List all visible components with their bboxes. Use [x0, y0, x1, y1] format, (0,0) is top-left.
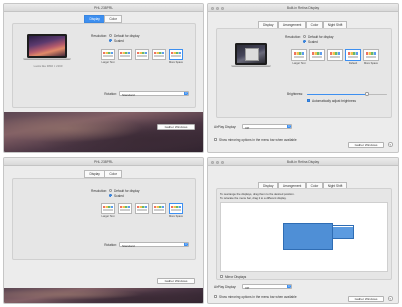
tab-bar: Display Color	[4, 170, 203, 178]
rotation-select[interactable]: Standard ⇕	[119, 242, 189, 248]
radio-scaled[interactable]	[303, 40, 306, 43]
arrangement-panel: To rearrange the displays, drag them to …	[216, 188, 392, 280]
arranged-display-external[interactable]	[283, 223, 333, 250]
radio-scaled[interactable]	[109, 39, 112, 42]
scale-option-3[interactable]	[135, 203, 149, 218]
display-screen-image	[27, 34, 67, 58]
window-title: Built-in Retina Display	[286, 160, 320, 164]
airplay-label: AirPlay Display:	[214, 285, 237, 289]
laptop-screen	[235, 43, 267, 65]
external-display-window-bottom: PHL 238PRL Display Color Resolution: Def…	[3, 157, 204, 304]
scale-option-3[interactable]	[135, 49, 149, 64]
settings-panel: Resolution: Default for display Scaled L…	[216, 28, 392, 118]
airplay-select[interactable]: Off ⇕	[242, 124, 292, 130]
settings-panel: Resolution: Default for display Scaled L…	[12, 178, 196, 260]
scale-option-4[interactable]	[152, 203, 166, 218]
rotation-select[interactable]: Standard ⇕	[119, 91, 189, 97]
brightness-label: Brightness:	[287, 92, 303, 96]
airplay-label: AirPlay Display:	[214, 125, 237, 129]
brightness-slider-knob[interactable]	[365, 92, 369, 96]
rotation-label: Rotation:	[104, 92, 117, 96]
laptop-base	[231, 65, 271, 68]
scale-option-2[interactable]	[118, 203, 132, 218]
resolution-option-scaled: Scaled	[114, 39, 124, 43]
airplay-value: Off	[245, 125, 250, 130]
window-title: Built-in Retina Display	[286, 6, 320, 10]
scale-option-default[interactable]: Default	[345, 49, 361, 65]
scale-option-2[interactable]	[118, 49, 132, 64]
scale-options: Larger Text More Space	[101, 203, 183, 218]
chevron-updown-icon: ⇕	[184, 243, 188, 246]
resolution-label: Resolution:	[285, 35, 301, 39]
scale-option-more-space[interactable]: More Space	[363, 49, 379, 65]
auto-brightness-checkbox[interactable]	[307, 99, 310, 102]
resolution-option-default: Default for display	[308, 35, 334, 39]
resolution-label: Resolution:	[91, 189, 107, 193]
rotation-value: Standard	[122, 243, 135, 248]
gather-windows-button[interactable]: Gather Windows	[348, 142, 384, 148]
scale-option-larger-text[interactable]: Larger Text	[291, 49, 307, 65]
arrangement-area	[220, 202, 388, 272]
title-bar[interactable]: PHL 238PRL	[4, 158, 203, 166]
tab-display[interactable]: Display	[84, 170, 105, 178]
scale-option-4[interactable]	[152, 49, 166, 64]
arrangement-instructions-2: To relocate the menu bar, drag it to a d…	[220, 196, 287, 200]
radio-scaled[interactable]	[109, 194, 112, 197]
rotation-label: Rotation:	[104, 243, 117, 247]
gather-windows-button[interactable]: Gather Windows	[348, 296, 384, 302]
title-bar[interactable]: Built-in Retina Display	[208, 158, 398, 166]
mirroring-options-label: Show mirroring options in the menu bar w…	[219, 138, 297, 142]
rotation-value: Standard	[122, 92, 135, 97]
builtin-display-window-top: Built-in Retina Display Display Arrangem…	[207, 3, 399, 153]
tab-display[interactable]: Display	[84, 15, 105, 23]
brightness-slider-fill	[307, 93, 367, 95]
mirroring-options-checkbox[interactable]	[214, 138, 217, 141]
chevron-updown-icon: ⇕	[287, 285, 291, 288]
mirroring-options-label: Show mirroring options in the menu bar w…	[219, 295, 297, 299]
auto-brightness-label: Automatically adjust brightness	[312, 99, 356, 103]
chevron-updown-icon: ⇕	[184, 92, 188, 95]
window-title: PHL 238PRL	[93, 6, 114, 10]
resolution-option-scaled: Scaled	[114, 194, 124, 198]
resolution-option-default: Default for display	[114, 189, 140, 193]
radio-default-for-display[interactable]	[109, 189, 112, 192]
external-display-window-top: PHL 238PRL Display Color Looks like 3840…	[3, 3, 204, 153]
tab-color[interactable]: Color	[104, 15, 122, 23]
arranged-display-builtin[interactable]	[332, 225, 354, 239]
title-bar[interactable]: PHL 238PRL	[4, 4, 203, 12]
scale-option-more-space[interactable]: More Space	[169, 203, 183, 218]
builtin-display-window-bottom: Built-in Retina Display Display Arrangem…	[207, 157, 399, 304]
scale-option-larger-text[interactable]: Larger Text	[101, 49, 115, 64]
resolution-option-scaled: Scaled	[308, 40, 318, 44]
display-base	[23, 58, 71, 61]
tab-color[interactable]: Color	[104, 170, 122, 178]
gather-windows-button[interactable]: Gather Windows	[157, 124, 195, 130]
help-icon[interactable]: ?	[388, 142, 393, 147]
desktop-wallpaper	[4, 288, 203, 303]
airplay-value: Off	[245, 285, 250, 290]
scale-option-3[interactable]	[327, 49, 343, 65]
radio-default-for-display[interactable]	[109, 34, 112, 37]
scale-option-2[interactable]	[309, 49, 325, 65]
scale-option-more-space[interactable]: More Space	[169, 49, 183, 64]
scale-options: Larger Text Default More Space	[291, 49, 379, 65]
scale-option-larger-text[interactable]: Larger Text	[101, 203, 115, 218]
radio-default-for-display[interactable]	[303, 35, 306, 38]
chevron-updown-icon: ⇕	[287, 125, 291, 128]
mirror-displays-checkbox[interactable]	[220, 275, 223, 278]
mirror-displays-label: Mirror Displays	[225, 275, 247, 279]
settings-panel: Looks like 3840 × 2160 Resolution: Defau…	[12, 23, 196, 108]
airplay-select[interactable]: Off ⇕	[242, 284, 292, 290]
title-bar[interactable]: Built-in Retina Display	[208, 4, 398, 12]
tab-bar: Display Color	[4, 15, 203, 23]
resolution-option-default: Default for display	[114, 34, 140, 38]
help-icon[interactable]: ?	[388, 296, 393, 301]
resolution-label: Resolution:	[91, 34, 107, 38]
scale-options: Larger Text More Space	[101, 49, 183, 64]
resolution-caption: Looks like 3840 × 2160	[33, 64, 63, 68]
desktop-wallpaper	[4, 112, 203, 152]
gather-windows-button[interactable]: Gather Windows	[157, 278, 195, 284]
window-title: PHL 238PRL	[93, 160, 114, 164]
mirroring-options-checkbox[interactable]	[214, 295, 217, 298]
